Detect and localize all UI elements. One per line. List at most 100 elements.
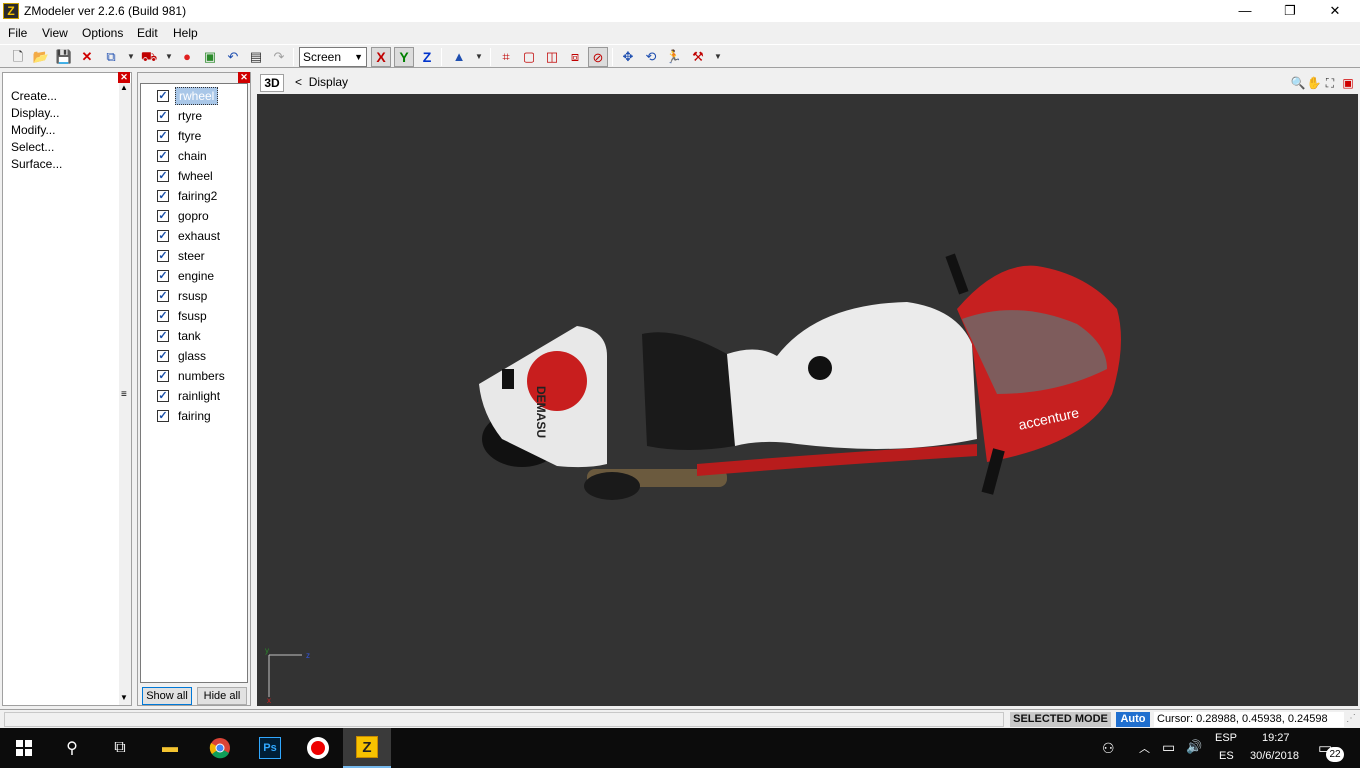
object-item-fsusp[interactable]: ✓ fsusp	[157, 307, 247, 325]
object-item-tank[interactable]: ✓ tank	[157, 327, 247, 345]
pan-hand-icon[interactable]: ✋	[1306, 75, 1322, 91]
checkbox-icon[interactable]: ✓	[157, 390, 169, 402]
checkbox-icon[interactable]: ✓	[157, 230, 169, 242]
auto-mode-indicator[interactable]: Auto	[1116, 712, 1150, 727]
command-select[interactable]: Select...	[11, 140, 54, 154]
redo-icon[interactable]: ↷	[269, 47, 289, 67]
checkbox-icon[interactable]: ✓	[157, 350, 169, 362]
pivot-dropdown-icon[interactable]: ▼	[469, 47, 489, 67]
new-file-icon[interactable]: 🗋	[8, 47, 28, 67]
export-dropdown-icon[interactable]: ▼	[159, 47, 179, 67]
axis-x-toggle[interactable]: X	[371, 47, 391, 67]
export-icon[interactable]: ⛟	[139, 47, 159, 67]
breadcrumb-back-button[interactable]: <	[295, 75, 302, 89]
tools-dropdown-icon[interactable]: ▼	[708, 47, 728, 67]
close-button[interactable]: ✕	[1312, 0, 1358, 22]
object-item-steer[interactable]: ✓ steer	[157, 247, 247, 265]
command-modify[interactable]: Modify...	[11, 123, 55, 137]
import-dropdown-icon[interactable]: ▼	[121, 47, 141, 67]
checkbox-icon[interactable]: ✓	[157, 290, 169, 302]
axis-z-toggle[interactable]: Z	[417, 47, 437, 67]
checkbox-icon[interactable]: ✓	[157, 110, 169, 122]
move-icon[interactable]: ✥	[618, 47, 638, 67]
rotate-icon[interactable]: ⟲	[641, 47, 661, 67]
checkbox-icon[interactable]: ✓	[157, 270, 169, 282]
command-surface[interactable]: Surface...	[11, 157, 62, 171]
import-icon[interactable]: ⧉	[101, 47, 121, 67]
open-folder-icon[interactable]: 📂	[31, 47, 51, 67]
object-item-fairing2[interactable]: ✓ fairing2	[157, 187, 247, 205]
menu-file[interactable]: File	[8, 26, 27, 40]
clock-time[interactable]: 19:27	[1262, 732, 1290, 744]
object-item-fwheel[interactable]: ✓ fwheel	[157, 167, 247, 185]
zmodeler-taskbar-icon[interactable]: Z	[343, 728, 391, 768]
checkbox-icon[interactable]: ✓	[157, 410, 169, 422]
command-panel-scrollbar[interactable]: ▲ ≡ ▼	[119, 83, 131, 705]
object-item-chain[interactable]: ✓ chain	[157, 147, 247, 165]
object-item-glass[interactable]: ✓ glass	[157, 347, 247, 365]
render-sphere-icon[interactable]: ●	[177, 47, 197, 67]
language-code[interactable]: ESP	[1215, 732, 1237, 744]
menu-edit[interactable]: Edit	[137, 26, 158, 40]
object-item-exhaust[interactable]: ✓ exhaust	[157, 227, 247, 245]
people-icon[interactable]: ⚇	[1102, 740, 1115, 757]
clock-date[interactable]: 30/6/2018	[1250, 750, 1299, 762]
checkbox-icon[interactable]: ✓	[157, 150, 169, 162]
photoshop-icon[interactable]: Ps	[246, 728, 294, 768]
checkbox-icon[interactable]: ✓	[157, 90, 169, 102]
select-objects-icon[interactable]: ⧈	[565, 47, 585, 67]
hide-all-button[interactable]: Hide all	[197, 687, 247, 705]
network-icon[interactable]: ▭	[1162, 739, 1175, 756]
command-create[interactable]: Create...	[11, 89, 57, 103]
maximize-button[interactable]: ❐	[1267, 0, 1313, 22]
coordinate-space-select[interactable]: Screen ▼	[299, 47, 367, 67]
viewport-mode-button[interactable]: 3D	[260, 74, 284, 92]
command-display[interactable]: Display...	[11, 106, 59, 120]
select-box-icon[interactable]: ⊘	[588, 47, 608, 67]
menu-view[interactable]: View	[42, 26, 68, 40]
object-item-numbers[interactable]: ✓ numbers	[157, 367, 247, 385]
object-item-rainlight[interactable]: ✓ rainlight	[157, 387, 247, 405]
notes-icon[interactable]: ▤	[246, 47, 266, 67]
object-item-ftyre[interactable]: ✓ ftyre	[157, 127, 247, 145]
zmodeler-app-icon[interactable]: Z	[3, 3, 19, 19]
volume-icon[interactable]: 🔊	[1186, 739, 1202, 755]
checkbox-icon[interactable]: ✓	[157, 310, 169, 322]
material-icon[interactable]: ▣	[200, 47, 220, 67]
checkbox-icon[interactable]: ✓	[157, 190, 169, 202]
chrome-icon[interactable]	[196, 728, 244, 768]
3d-viewport[interactable]: DEMASU accenture	[257, 94, 1358, 706]
undo-icon[interactable]: ↶	[223, 47, 243, 67]
object-item-engine[interactable]: ✓ engine	[157, 267, 247, 285]
object-panel-close-icon[interactable]: ✕	[238, 72, 250, 83]
fit-view-icon[interactable]: ⛶	[1322, 75, 1338, 91]
object-item-rwheel[interactable]: ✓ rwheel	[157, 87, 247, 105]
axis-y-toggle[interactable]: Y	[394, 47, 414, 67]
figure-icon[interactable]: 🏃	[664, 47, 684, 67]
pivot-icon[interactable]: ▲	[449, 47, 469, 67]
command-panel-close-icon[interactable]: ✕	[118, 72, 130, 83]
object-item-rtyre[interactable]: ✓ rtyre	[157, 107, 247, 125]
splitter-grip-icon[interactable]: ≡	[121, 389, 127, 400]
scroll-down-icon[interactable]: ▼	[120, 693, 128, 702]
object-item-gopro[interactable]: ✓ gopro	[157, 207, 247, 225]
maximize-viewport-icon[interactable]: ▣	[1340, 75, 1356, 91]
windows-start-icon[interactable]	[0, 728, 48, 768]
tray-chevron-up-icon[interactable]: ︿	[1139, 740, 1150, 756]
select-faces-icon[interactable]: ◫	[542, 47, 562, 67]
resize-grip-icon[interactable]: ⋰	[1346, 713, 1356, 724]
tools-icon[interactable]: ⚒	[688, 47, 708, 67]
save-icon[interactable]: 💾	[54, 47, 74, 67]
menu-help[interactable]: Help	[173, 26, 198, 40]
checkbox-icon[interactable]: ✓	[157, 170, 169, 182]
zoom-icon[interactable]: 🔍	[1290, 75, 1306, 91]
task-view-icon[interactable]: ⧉	[96, 728, 144, 768]
checkbox-icon[interactable]: ✓	[157, 330, 169, 342]
select-edges-icon[interactable]: ▢	[519, 47, 539, 67]
minimize-button[interactable]: —	[1222, 0, 1268, 22]
keyboard-layout[interactable]: ES	[1219, 750, 1234, 762]
checkbox-icon[interactable]: ✓	[157, 130, 169, 142]
scroll-up-icon[interactable]: ▲	[120, 83, 128, 92]
object-item-fairing[interactable]: ✓ fairing	[157, 407, 247, 425]
show-all-button[interactable]: Show all	[142, 687, 192, 705]
